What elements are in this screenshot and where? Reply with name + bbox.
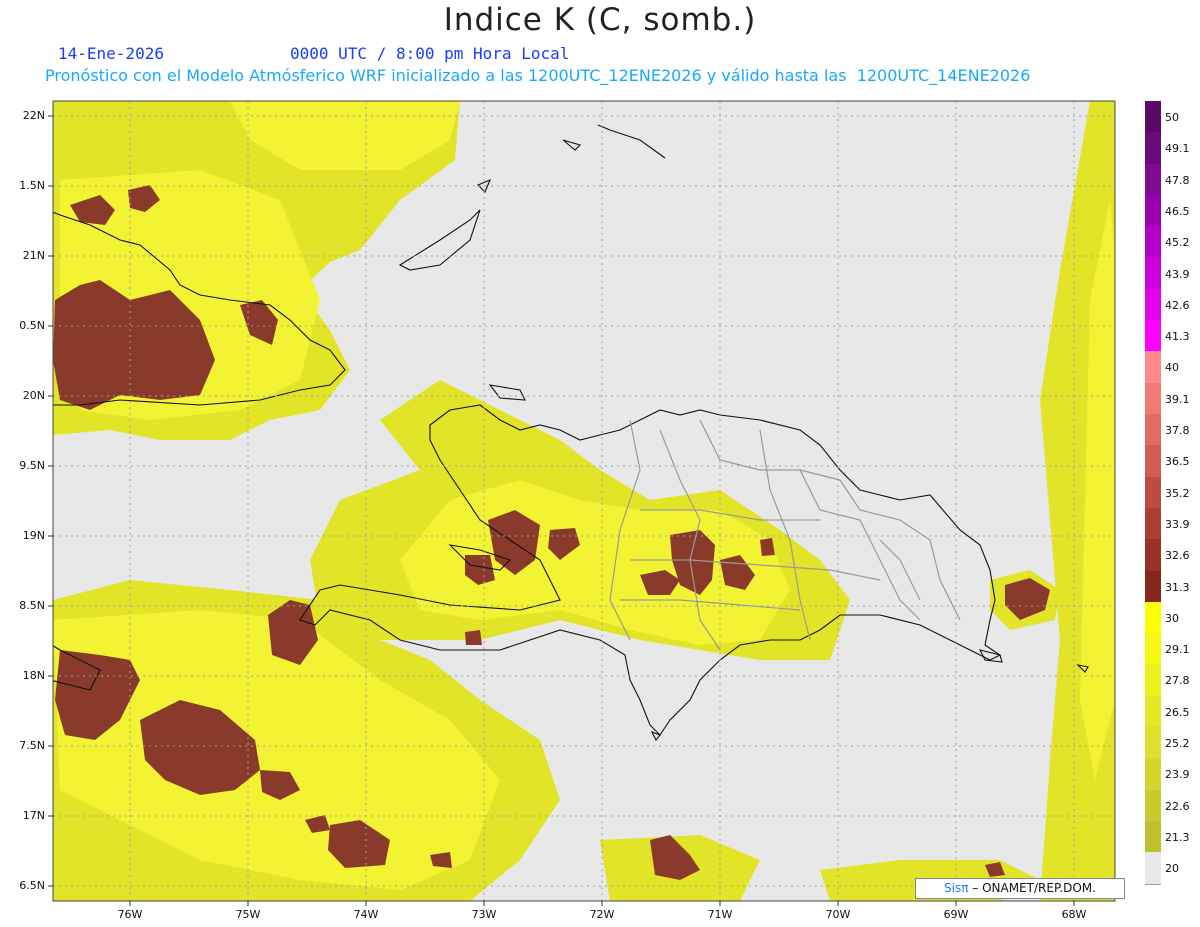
- colorbar-label: 36.5: [1165, 455, 1190, 469]
- colorbar-label: 42.6: [1165, 298, 1190, 312]
- colorbar-label: 43.9: [1165, 267, 1190, 281]
- colorbar-label: 26.5: [1165, 705, 1190, 719]
- colorbar-swatch: [1145, 132, 1161, 165]
- colorbar-swatch: [1145, 633, 1161, 665]
- colorbar-swatch: [1145, 382, 1161, 415]
- lon-label: 76W: [117, 908, 143, 921]
- colorbar-swatch: [1145, 507, 1161, 540]
- k-high-haiti4: [465, 630, 482, 645]
- lon-label: 71W: [707, 908, 733, 921]
- lon-label: 73W: [471, 908, 497, 921]
- lat-label: 0.5N: [19, 319, 45, 332]
- colorbar-label: 45.2: [1165, 236, 1190, 250]
- colorbar-label: 47.8: [1165, 173, 1190, 187]
- lon-label: 75W: [235, 908, 261, 921]
- colorbar-label: 29.1: [1165, 643, 1190, 657]
- k-index-map: [48, 100, 1116, 906]
- lat-label: 20N: [22, 389, 45, 402]
- lon-label: 70W: [825, 908, 851, 921]
- colorbar-label: 46.5: [1165, 204, 1190, 218]
- colorbar-swatch: [1145, 257, 1161, 290]
- colorbar-label: 30: [1165, 611, 1179, 625]
- colorbar-label: 20: [1165, 862, 1179, 876]
- colorbar-swatch: [1145, 695, 1161, 728]
- colorbar-swatch: [1145, 727, 1161, 759]
- colorbar-swatch: [1145, 288, 1161, 321]
- colorbar-swatch: [1145, 789, 1161, 822]
- colorbar-label: 31.3: [1165, 580, 1190, 594]
- colorbar-label: 49.1: [1165, 142, 1190, 156]
- colorbar-swatch: [1145, 414, 1161, 446]
- colorbar-swatch: [1145, 320, 1161, 352]
- lon-label: 72W: [589, 908, 615, 921]
- lat-label: 19N: [22, 529, 45, 542]
- colorbar-label: 41.3: [1165, 330, 1190, 344]
- colorbar-swatch: [1145, 476, 1161, 509]
- colorbar-swatch: [1145, 445, 1161, 478]
- colorbar-label: 32.6: [1165, 549, 1190, 563]
- lat-label: 9.5N: [19, 459, 45, 472]
- colorbar-swatch: [1145, 101, 1161, 133]
- colorbar-label: 22.6: [1165, 799, 1190, 813]
- sispi-logo: Sisπ: [944, 881, 969, 895]
- credit-box: Sisπ – ONAMET/REP.DOM.: [915, 878, 1125, 899]
- colorbar-swatch: [1145, 664, 1161, 697]
- lat-label: 17N: [22, 809, 45, 822]
- colorbar-label: 25.2: [1165, 737, 1190, 750]
- colorbar-label: 37.8: [1165, 424, 1190, 437]
- lat-label: 22N: [22, 109, 45, 122]
- colorbar-label: 21.3: [1165, 830, 1190, 844]
- lon-label: 68W: [1061, 908, 1087, 921]
- colorbar-swatch: [1145, 226, 1161, 258]
- colorbar-label: 50: [1165, 111, 1179, 124]
- colorbar-label: 33.9: [1165, 517, 1190, 531]
- lat-label: 8.5N: [19, 599, 45, 612]
- colorbar-swatch: [1145, 852, 1161, 885]
- lat-label: 21N: [22, 249, 45, 262]
- colorbar-swatch: [1145, 539, 1161, 571]
- colorbar-swatch: [1145, 820, 1161, 853]
- colorbar-label: 23.9: [1165, 768, 1190, 782]
- lat-label: 1.5N: [19, 179, 45, 192]
- colorbar-label: 27.8: [1165, 674, 1190, 688]
- colorbar-label: 39.1: [1165, 392, 1190, 406]
- credit-text: – ONAMET/REP.DOM.: [972, 881, 1096, 895]
- colorbar-swatch: [1145, 758, 1161, 791]
- colorbar-label: 40: [1165, 361, 1179, 375]
- lat-label: 18N: [22, 669, 45, 682]
- lon-label: 69W: [943, 908, 969, 921]
- colorbar-label: 35.2: [1165, 486, 1190, 500]
- lon-label: 74W: [353, 908, 379, 921]
- colorbar-swatch: [1145, 163, 1161, 196]
- colorbar-swatch: [1145, 570, 1161, 603]
- colorbar-swatch: [1145, 194, 1161, 227]
- lat-label: 6.5N: [19, 879, 45, 892]
- lat-label: 7.5N: [19, 739, 45, 752]
- colorbar-swatch: [1145, 601, 1161, 634]
- colorbar-swatch: [1145, 351, 1161, 384]
